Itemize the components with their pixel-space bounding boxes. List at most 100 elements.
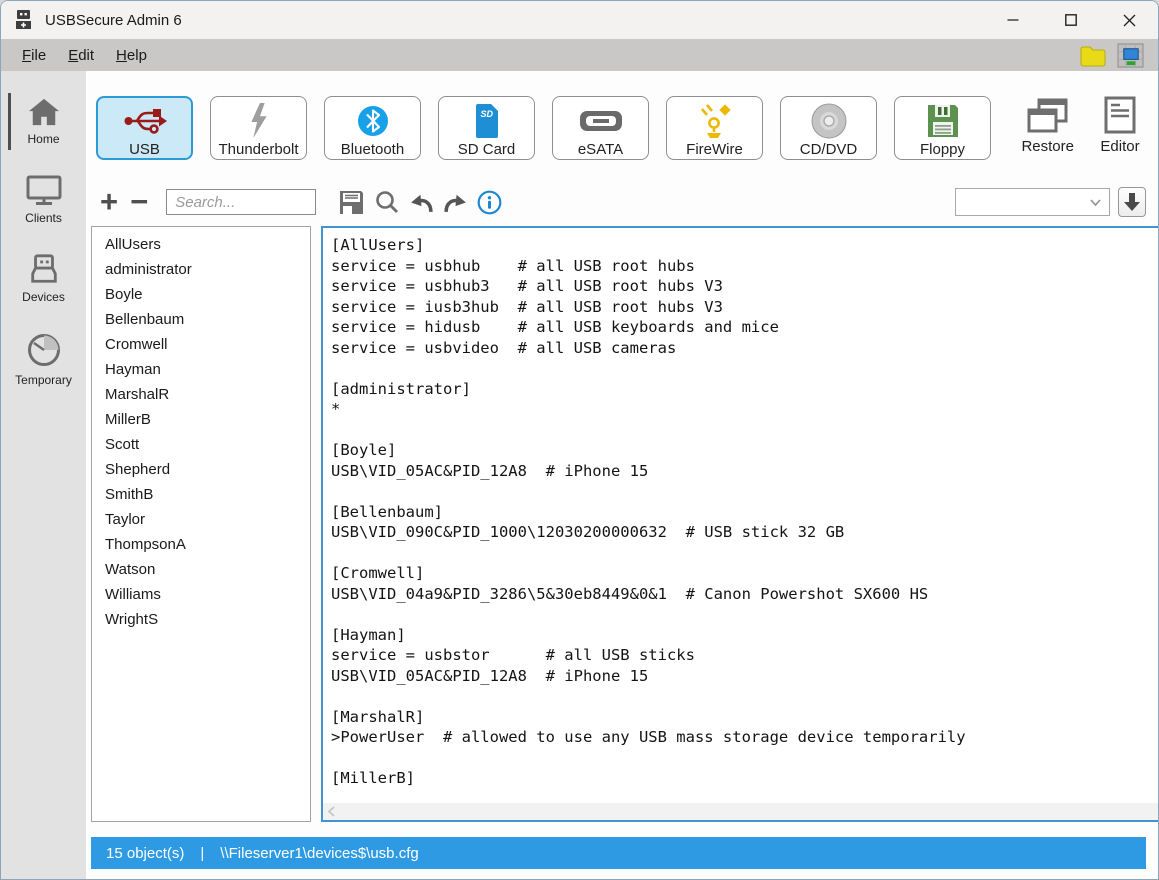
list-toolbar: + − (96, 186, 1146, 218)
thunderbolt-icon (244, 102, 274, 140)
redo-button[interactable] (443, 190, 468, 215)
tab-label: eSATA (578, 141, 623, 158)
tab-firewire[interactable]: FireWire (666, 96, 763, 160)
horizontal-scrollbar[interactable] (323, 803, 1159, 820)
list-item-bellenbaum[interactable]: Bellenbaum (92, 307, 310, 332)
home-icon (26, 97, 62, 127)
action-label: Restore (1021, 138, 1074, 155)
info-button[interactable] (477, 190, 502, 215)
editor-tool-icons (338, 189, 502, 216)
list-item-wrights[interactable]: WrightS (92, 607, 310, 632)
tab-bluetooth[interactable]: Bluetooth (324, 96, 421, 160)
restore-icon (1027, 98, 1069, 134)
sidebar-item-clients[interactable]: Clients (1, 174, 86, 225)
list-item-williams[interactable]: Williams (92, 582, 310, 607)
cddvd-icon (809, 102, 849, 140)
tab-thunderbolt[interactable]: Thunderbolt (210, 96, 307, 160)
download-button[interactable] (1118, 187, 1146, 217)
download-icon (1122, 191, 1142, 213)
sidebar-item-devices[interactable]: Devices (1, 253, 86, 304)
open-folder-button[interactable] (1079, 44, 1107, 67)
tab-usb[interactable]: USB (96, 96, 193, 160)
list-item-smithb[interactable]: SmithB (92, 482, 310, 507)
remove-user-button[interactable]: − (126, 189, 152, 215)
status-file-path: \\Fileserver1\devices$\usb.cfg (220, 845, 418, 862)
list-item-allusers[interactable]: AllUsers (92, 232, 310, 257)
tab-cd-dvd[interactable]: CD/DVD (780, 96, 877, 160)
usb-icon (123, 102, 167, 140)
tab-label: FireWire (686, 141, 743, 158)
status-bar: 15 object(s) | \\Fileserver1\devices$\us… (91, 837, 1146, 869)
editor-icon (1104, 96, 1136, 134)
esata-icon (579, 102, 623, 140)
menu-bar-right (1079, 43, 1148, 68)
right-tool-group (955, 187, 1146, 217)
temporary-icon (26, 332, 62, 368)
menu-item-file[interactable]: File (11, 43, 57, 68)
floppy-icon (925, 102, 961, 140)
editor-button[interactable]: Editor (1094, 96, 1146, 155)
minimize-button[interactable] (984, 1, 1042, 39)
tab-label: Bluetooth (341, 141, 404, 158)
main-area: USB Thunderbolt Bluetooth SD SD Card eSATA Fir… (86, 71, 1158, 879)
maximize-button[interactable] (1042, 1, 1100, 39)
save-button[interactable] (338, 189, 365, 216)
device-class-toolbar: USB Thunderbolt Bluetooth SD SD Card eSATA Fir… (96, 96, 1146, 162)
menu-bar: FileEditHelp (1, 39, 1158, 71)
list-item-watson[interactable]: Watson (92, 557, 310, 582)
remote-desktop-button[interactable] (1117, 43, 1144, 68)
devices-icon (26, 253, 62, 285)
config-text: [AllUsers] service = usbhub # all USB ro… (323, 228, 1159, 803)
svg-text:SD: SD (480, 109, 493, 119)
sdcard-icon: SD (474, 102, 500, 140)
tab-sd-card[interactable]: SD SD Card (438, 96, 535, 160)
user-list: AllUsersadministratorBoyleBellenbaumCrom… (91, 226, 311, 822)
title-bar: USBSecure Admin 6 (1, 1, 1158, 39)
add-user-button[interactable]: + (96, 189, 122, 215)
undo-button[interactable] (409, 190, 434, 215)
list-item-thompsona[interactable]: ThompsonA (92, 532, 310, 557)
tab-label: CD/DVD (800, 141, 858, 158)
list-item-boyle[interactable]: Boyle (92, 282, 310, 307)
tab-label: USB (129, 141, 160, 158)
config-editor[interactable]: [AllUsers] service = usbhub # all USB ro… (321, 226, 1159, 822)
list-item-administrator[interactable]: administrator (92, 257, 310, 282)
list-item-hayman[interactable]: Hayman (92, 357, 310, 382)
maximize-icon (1065, 14, 1077, 26)
profile-dropdown[interactable] (955, 188, 1110, 216)
sidebar: Home Clients Devices Temporary (1, 71, 86, 879)
sidebar-item-home[interactable]: Home (1, 97, 86, 146)
status-object-count: 15 object(s) (106, 845, 184, 862)
search-input[interactable] (166, 189, 316, 215)
list-item-marshalr[interactable]: MarshalR (92, 382, 310, 407)
sidebar-item-label: Temporary (15, 373, 72, 387)
sidebar-item-label: Devices (22, 290, 65, 304)
tab-floppy[interactable]: Floppy (894, 96, 991, 160)
firewire-icon (697, 102, 733, 140)
side-actions: Restore Editor (1021, 96, 1146, 155)
device-tabs: USB Thunderbolt Bluetooth SD SD Card eSATA Fir… (96, 96, 991, 160)
action-label: Editor (1100, 138, 1139, 155)
menu-item-help[interactable]: Help (105, 43, 158, 68)
tab-label: SD Card (458, 141, 516, 158)
app-icon (13, 9, 35, 31)
minimize-icon (1007, 14, 1019, 26)
sidebar-item-label: Home (27, 132, 59, 146)
tab-esata[interactable]: eSATA (552, 96, 649, 160)
list-item-scott[interactable]: Scott (92, 432, 310, 457)
window-title: USBSecure Admin 6 (45, 12, 182, 29)
list-item-cromwell[interactable]: Cromwell (92, 332, 310, 357)
close-button[interactable] (1100, 1, 1158, 39)
scroll-left-icon[interactable] (328, 806, 335, 817)
list-item-millerb[interactable]: MillerB (92, 407, 310, 432)
sidebar-item-label: Clients (25, 211, 62, 225)
sidebar-item-temporary[interactable]: Temporary (1, 332, 86, 387)
list-item-taylor[interactable]: Taylor (92, 507, 310, 532)
restore-button[interactable]: Restore (1021, 98, 1074, 155)
find-button[interactable] (374, 189, 400, 215)
close-icon (1123, 14, 1136, 27)
bluetooth-icon (356, 102, 390, 140)
menu-item-edit[interactable]: Edit (57, 43, 105, 68)
menu-items: FileEditHelp (11, 43, 158, 68)
list-item-shepherd[interactable]: Shepherd (92, 457, 310, 482)
